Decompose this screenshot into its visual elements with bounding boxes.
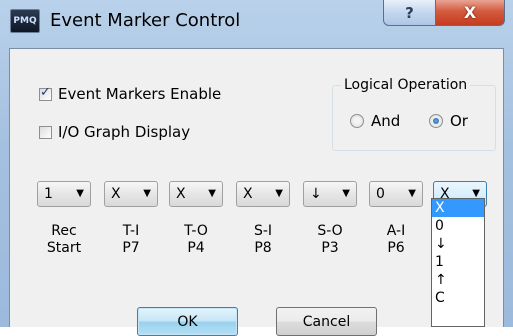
dropdown-option[interactable]: X xyxy=(432,199,484,217)
chevron-down-icon[interactable]: ▼ xyxy=(342,188,350,199)
help-button[interactable]: ? xyxy=(383,0,436,26)
cancel-button[interactable]: Cancel xyxy=(276,307,377,336)
combo-value: 1 xyxy=(44,186,53,202)
combo-value: X xyxy=(111,186,121,202)
combo-a-i[interactable]: 0 ▼ xyxy=(369,181,423,207)
combo-rec-start[interactable]: 1 ▼ xyxy=(37,181,91,207)
combo-s-o[interactable]: ↓ ▼ xyxy=(303,181,357,207)
combo-t-o[interactable]: X ▼ xyxy=(169,181,223,207)
and-radio-label: And xyxy=(371,112,401,130)
dropdown-option[interactable]: ↑ xyxy=(432,271,484,289)
chevron-down-icon[interactable]: ▼ xyxy=(76,188,84,199)
column-label-t-o: T-O P4 xyxy=(169,223,223,257)
column-label-a-i: A-I P6 xyxy=(369,223,423,257)
column-label-line1: T-O xyxy=(184,223,208,239)
and-radio[interactable]: And xyxy=(350,112,400,130)
column-label-line1: S-O xyxy=(317,223,343,239)
logical-operation-title: Logical Operation xyxy=(341,77,471,93)
dropdown-option[interactable]: 0 xyxy=(432,217,484,235)
radio-unselected-icon[interactable] xyxy=(350,114,364,128)
app-icon: PMQ xyxy=(10,9,40,33)
io-graph-display-label: I/O Graph Display xyxy=(58,123,191,141)
column-label-line2: P8 xyxy=(254,240,272,256)
close-icon: X xyxy=(463,3,477,22)
dialog-client-area: Event Markers Enable I/O Graph Display L… xyxy=(9,48,504,336)
io-graph-display-checkbox[interactable]: I/O Graph Display xyxy=(39,123,190,141)
help-icon: ? xyxy=(405,3,414,22)
title-bar[interactable]: PMQ Event Marker Control ? X xyxy=(0,0,513,48)
column-label-line2: Start xyxy=(46,240,82,256)
event-marker-control-window: PMQ Event Marker Control ? X Event Marke… xyxy=(0,0,513,336)
column-label-s-i: S-I P8 xyxy=(236,223,290,257)
ok-button[interactable]: OK xyxy=(137,307,238,336)
chevron-down-icon[interactable]: ▼ xyxy=(208,188,216,199)
dropdown-option[interactable]: ↓ xyxy=(432,235,484,253)
combo-s-i[interactable]: X ▼ xyxy=(236,181,290,207)
logical-operation-group: Logical Operation And Or xyxy=(332,77,496,151)
combo-t-i[interactable]: X ▼ xyxy=(104,181,158,207)
chevron-down-icon[interactable]: ▼ xyxy=(143,188,151,199)
column-label-s-o: S-O P3 xyxy=(303,223,357,257)
checkbox-checked-icon[interactable] xyxy=(39,85,52,101)
column-label-rec-start: Rec Start xyxy=(37,223,91,257)
combo-dropdown-list[interactable]: X 0 ↓ 1 ↑ C xyxy=(431,198,485,327)
column-label-line1: A-I xyxy=(386,223,406,239)
combo-value: 0 xyxy=(376,186,385,202)
chevron-down-icon[interactable]: ▼ xyxy=(408,188,416,199)
column-label-line2: P6 xyxy=(387,240,405,256)
column-label-line2: P3 xyxy=(321,240,339,256)
checkbox-unchecked-icon[interactable] xyxy=(39,125,52,139)
or-radio-label: Or xyxy=(450,112,468,130)
column-label-t-i: T-I P7 xyxy=(104,223,158,257)
combo-value: X xyxy=(176,186,186,202)
column-label-line1: Rec xyxy=(51,223,77,239)
event-markers-enable-checkbox[interactable]: Event Markers Enable xyxy=(39,85,221,103)
column-label-line1: S-I xyxy=(253,223,273,239)
radio-selected-icon[interactable] xyxy=(429,114,443,128)
or-radio[interactable]: Or xyxy=(429,112,468,130)
column-label-line2: P7 xyxy=(122,240,140,256)
window-title: Event Marker Control xyxy=(50,10,241,31)
column-label-line2: P4 xyxy=(187,240,205,256)
combo-value: ↓ xyxy=(310,186,322,202)
dropdown-option[interactable]: C xyxy=(432,289,484,307)
combo-value: X xyxy=(243,186,253,202)
chevron-down-icon[interactable]: ▼ xyxy=(275,188,283,199)
dropdown-option[interactable]: 1 xyxy=(432,253,484,271)
close-button[interactable]: X xyxy=(435,0,505,26)
column-label-line1: T-I xyxy=(122,223,140,239)
event-markers-enable-label: Event Markers Enable xyxy=(58,85,222,103)
